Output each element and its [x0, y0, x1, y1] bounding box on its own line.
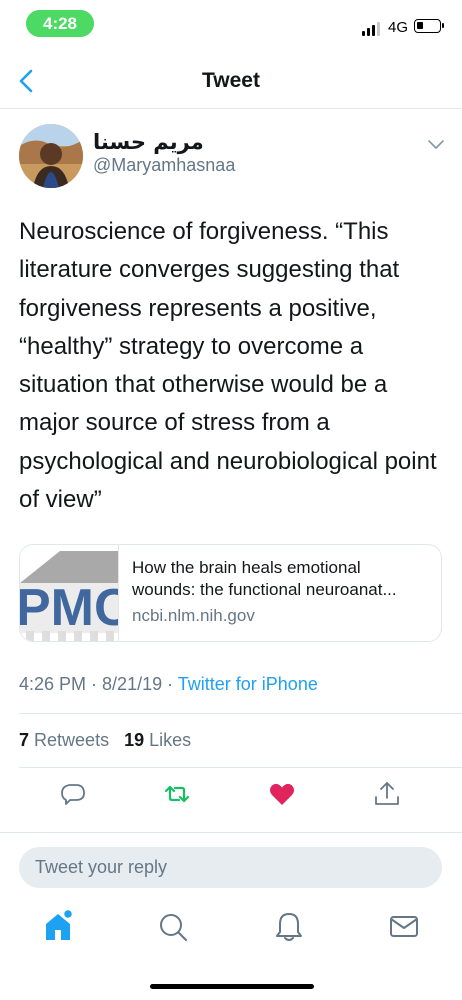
- reply-input[interactable]: Tweet your reply: [19, 847, 442, 888]
- card-title: How the brain heals emotional wounds: th…: [132, 558, 397, 599]
- avatar[interactable]: [19, 124, 83, 188]
- author-name[interactable]: مريم حسنا: [93, 130, 204, 154]
- nav-header: Tweet: [0, 55, 462, 109]
- retweet-button[interactable]: [162, 779, 192, 809]
- search-icon: [160, 914, 187, 941]
- battery-icon: [414, 19, 444, 33]
- home-icon: [46, 908, 74, 940]
- home-indicator[interactable]: [150, 984, 314, 989]
- tweet-text: Neuroscience of forgiveness. “This liter…: [19, 218, 437, 514]
- tweet-source-link[interactable]: Twitter for iPhone: [178, 674, 318, 694]
- tab-home[interactable]: [42, 908, 74, 944]
- reply-button[interactable]: [58, 779, 88, 809]
- card-domain: ncbi.nlm.nih.gov: [132, 606, 255, 625]
- share-button[interactable]: [372, 779, 402, 809]
- heart-icon: [270, 783, 294, 805]
- likes-stat[interactable]: 19 Likes: [124, 730, 191, 750]
- reply-icon: [61, 784, 85, 805]
- retweet-icon: [164, 785, 190, 803]
- retweets-stat[interactable]: 7 Retweets: [19, 730, 109, 750]
- tab-search[interactable]: [157, 908, 189, 944]
- notifications-icon: [276, 913, 302, 941]
- reply-placeholder: Tweet your reply: [35, 857, 168, 877]
- status-time[interactable]: 4:28: [26, 10, 94, 37]
- divider: [19, 767, 462, 768]
- tab-messages[interactable]: [388, 908, 420, 944]
- link-card[interactable]: PMC How the brain heals emotional wounds…: [19, 544, 442, 642]
- share-icon: [375, 782, 399, 805]
- page-title: Tweet: [202, 69, 260, 92]
- network-label: 4G: [388, 19, 409, 36]
- messages-icon: [390, 916, 418, 937]
- tab-notifications[interactable]: [273, 908, 305, 944]
- signal-icon: [362, 22, 382, 36]
- tweet-stats: 7 Retweets 19 Likes: [19, 730, 191, 751]
- like-button[interactable]: [267, 779, 297, 809]
- divider: [19, 713, 462, 714]
- divider: [0, 832, 462, 833]
- status-bar: 4:28 4G: [0, 0, 462, 50]
- card-thumbnail: PMC: [20, 545, 119, 641]
- tweet-timestamp: 4:26 PM · 8/21/19 · Twitter for iPhone: [19, 674, 318, 694]
- tweet-menu-button[interactable]: [426, 138, 446, 152]
- chevron-down-icon: [428, 140, 444, 149]
- author-handle[interactable]: @Maryamhasnaa: [93, 155, 235, 176]
- svg-text:PMC: PMC: [20, 579, 119, 637]
